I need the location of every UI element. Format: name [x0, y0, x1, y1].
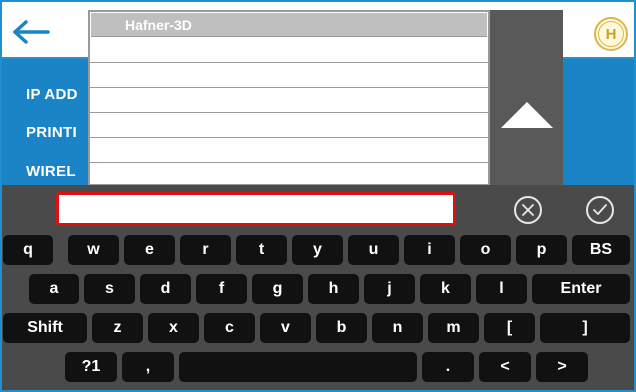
key-x[interactable]: x	[148, 313, 199, 343]
key-comma[interactable]: ,	[122, 352, 174, 382]
dropdown-item-selected[interactable]: Hafner-3D	[91, 13, 487, 37]
key-v[interactable]: v	[260, 313, 311, 343]
key-g[interactable]: g	[252, 274, 303, 304]
key-enter[interactable]: Enter	[532, 274, 630, 304]
on-screen-keyboard: q w e r t y u i o p BS a s d f g h j k l…	[2, 185, 634, 390]
key-k[interactable]: k	[420, 274, 471, 304]
key-i[interactable]: i	[404, 235, 455, 265]
key-d[interactable]: d	[140, 274, 191, 304]
key-a[interactable]: a	[29, 274, 79, 304]
network-dropdown-list: Hafner-3D	[88, 10, 490, 186]
dropdown-item[interactable]	[90, 88, 488, 113]
key-h[interactable]: h	[308, 274, 359, 304]
back-button[interactable]	[12, 12, 82, 52]
dropdown-item[interactable]	[90, 113, 488, 138]
key-z[interactable]: z	[92, 313, 143, 343]
arrow-left-icon	[13, 20, 50, 44]
key-less-than[interactable]: <	[479, 352, 531, 382]
key-e[interactable]: e	[124, 235, 175, 265]
key-backspace[interactable]: BS	[572, 235, 630, 265]
dropdown-item[interactable]	[90, 38, 488, 63]
key-greater-than[interactable]: >	[536, 352, 588, 382]
key-b[interactable]: b	[316, 313, 367, 343]
key-bracket-left[interactable]: [	[484, 313, 535, 343]
key-f[interactable]: f	[196, 274, 247, 304]
cancel-button[interactable]	[514, 196, 542, 224]
key-bracket-right[interactable]: ]	[540, 313, 630, 343]
dropdown-item[interactable]	[90, 138, 488, 163]
hafner-logo: H	[594, 17, 628, 51]
setting-label-printer[interactable]: PRINTI	[26, 124, 77, 141]
circle-x-icon	[522, 204, 534, 216]
key-q[interactable]: q	[3, 235, 53, 265]
setting-label-wireless[interactable]: WIREL	[26, 163, 76, 180]
key-shift[interactable]: Shift	[3, 313, 87, 343]
key-p[interactable]: p	[516, 235, 567, 265]
key-w[interactable]: w	[68, 235, 119, 265]
key-l[interactable]: l	[476, 274, 527, 304]
key-n[interactable]: n	[372, 313, 423, 343]
scroll-panel[interactable]	[490, 10, 563, 186]
key-t[interactable]: t	[236, 235, 287, 265]
key-o[interactable]: o	[460, 235, 511, 265]
key-period[interactable]: .	[422, 352, 474, 382]
setting-label-ip-address[interactable]: IP ADD	[26, 86, 78, 103]
circle-check-icon	[593, 204, 607, 215]
triangle-up-icon[interactable]	[501, 102, 553, 128]
dropdown-item[interactable]	[90, 63, 488, 88]
key-c[interactable]: c	[204, 313, 255, 343]
key-symbols[interactable]: ?1	[65, 352, 117, 382]
text-input-frame	[56, 192, 456, 226]
text-input[interactable]	[59, 195, 453, 223]
logo-letter: H	[598, 21, 624, 47]
key-y[interactable]: y	[292, 235, 343, 265]
key-m[interactable]: m	[428, 313, 479, 343]
key-r[interactable]: r	[180, 235, 231, 265]
key-j[interactable]: j	[364, 274, 415, 304]
key-space[interactable]	[179, 352, 417, 382]
key-s[interactable]: s	[84, 274, 135, 304]
key-u[interactable]: u	[348, 235, 399, 265]
confirm-button[interactable]	[586, 196, 614, 224]
